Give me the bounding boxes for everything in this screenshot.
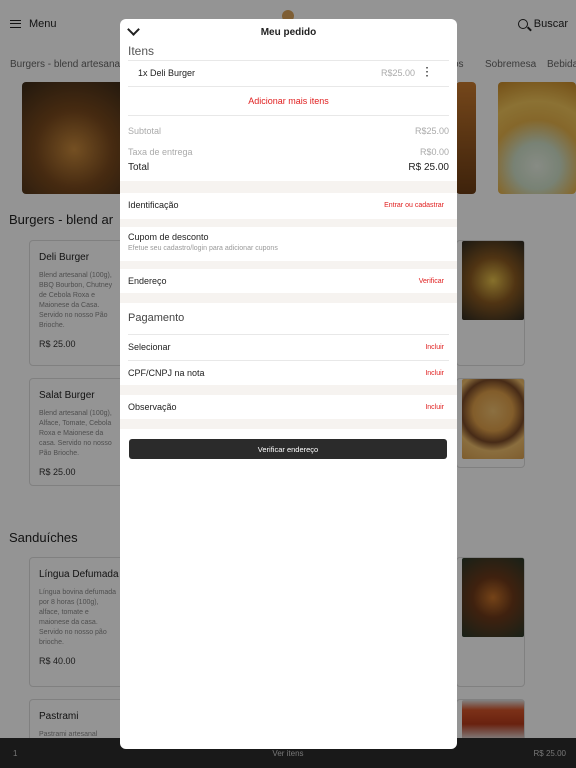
verify-address-link[interactable]: Verificar	[419, 278, 444, 285]
add-note-link[interactable]: Incluir	[425, 404, 444, 411]
modal-title: Meu pedido	[260, 27, 317, 38]
order-item-name: 1x Deli Burger	[138, 68, 196, 78]
login-register-link[interactable]: Entrar ou cadastrar	[384, 202, 444, 209]
coupon-row[interactable]: Cupom de desconto Efetue seu cadastro/lo…	[120, 227, 457, 261]
more-options-icon[interactable]: · · ·	[426, 64, 429, 82]
payment-method-label: Selecionar	[128, 342, 171, 352]
add-more-items-link[interactable]: Adicionar mais itens	[120, 96, 457, 106]
divider	[128, 86, 449, 87]
section-gap	[120, 181, 457, 193]
coupon-label: Cupom de desconto	[128, 232, 209, 242]
payment-method-row[interactable]: Selecionar Incluir	[120, 335, 457, 359]
delivery-fee-value: R$0.00	[419, 147, 449, 157]
items-heading: Itens	[128, 44, 155, 58]
divider	[128, 60, 449, 61]
identification-label: Identificação	[128, 200, 179, 210]
total-value: R$ 25.00	[408, 162, 449, 173]
divider	[128, 115, 449, 116]
address-row[interactable]: Endereço Verificar	[120, 269, 457, 293]
tax-id-row[interactable]: CPF/CNPJ na nota Incluir	[120, 361, 457, 385]
section-gap	[120, 261, 457, 269]
payment-heading: Pagamento	[128, 312, 185, 324]
section-gap	[120, 219, 457, 227]
total-row: Total R$ 25.00	[128, 162, 449, 173]
note-label: Observação	[128, 402, 177, 412]
order-item[interactable]: 1x Deli Burger R$25.00 · · ·	[128, 62, 449, 86]
identification-row[interactable]: Identificação Entrar ou cadastrar	[120, 193, 457, 219]
section-gap	[120, 293, 457, 303]
verify-address-button[interactable]: Verificar endereço	[129, 439, 447, 459]
section-gap	[120, 385, 457, 395]
note-row[interactable]: Observação Incluir	[120, 395, 457, 419]
order-modal: Meu pedido Itens 1x Deli Burger R$25.00 …	[120, 19, 457, 749]
subtotal-value: R$25.00	[414, 126, 449, 136]
subtotal-label: Subtotal	[128, 126, 162, 136]
total-label: Total	[128, 162, 150, 173]
coupon-hint: Efetue seu cadastro/login para adicionar…	[128, 245, 278, 252]
add-payment-link[interactable]: Incluir	[425, 344, 444, 351]
add-tax-id-link[interactable]: Incluir	[425, 370, 444, 377]
delivery-fee-row: Taxa de entrega R$0.00	[128, 147, 449, 157]
delivery-fee-label: Taxa de entrega	[128, 147, 193, 157]
address-label: Endereço	[128, 276, 167, 286]
subtotal-row: Subtotal R$25.00	[128, 126, 449, 136]
modal-header: Meu pedido	[120, 19, 457, 43]
section-gap	[120, 419, 457, 429]
tax-id-label: CPF/CNPJ na nota	[128, 368, 205, 378]
order-item-price: R$25.00	[380, 68, 415, 78]
